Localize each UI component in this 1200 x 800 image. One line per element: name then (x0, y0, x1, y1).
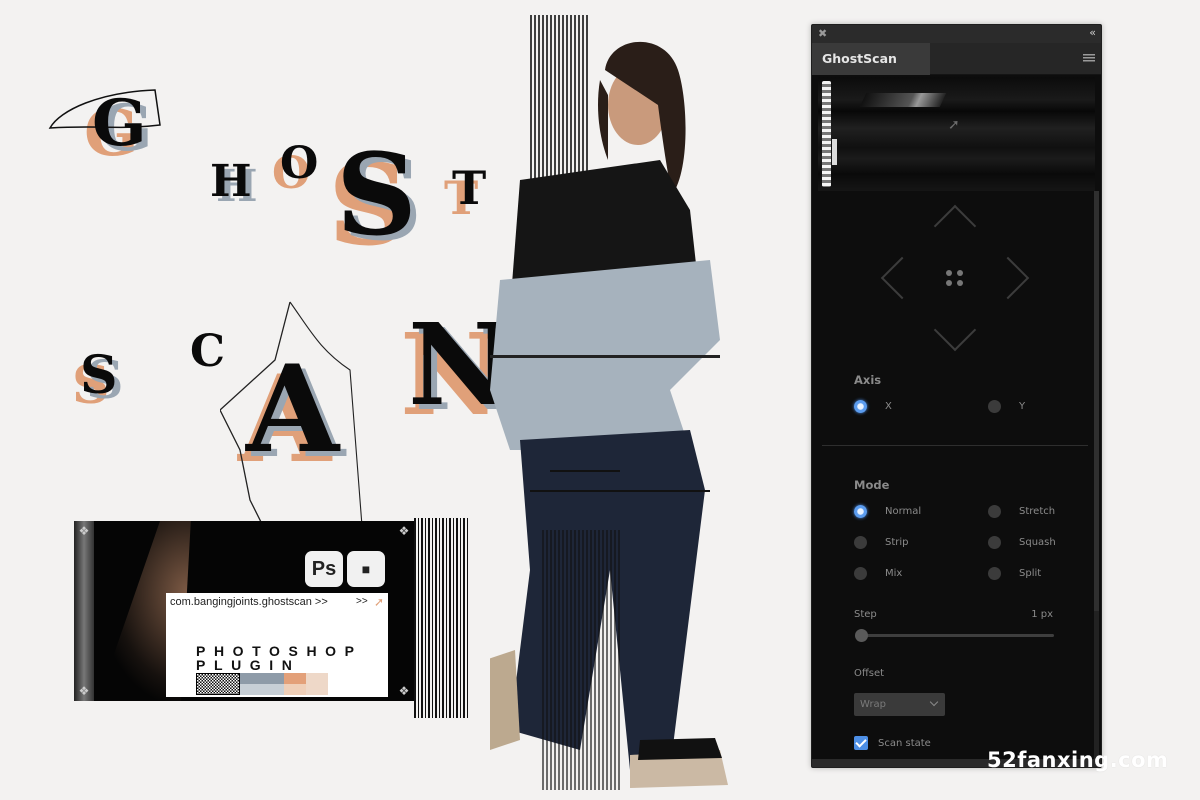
plugin-promo-card: ❖ ❖ ❖ ❖ Ps ■ com.bangingjoints.ghostscan… (74, 521, 414, 701)
letter-s: S (80, 345, 118, 406)
radio-axis-y[interactable]: Y (988, 400, 1025, 413)
radio-mode-strip[interactable]: Strip (854, 536, 909, 549)
preview-led-strip (822, 81, 831, 187)
step-slider[interactable] (855, 629, 1054, 642)
radio-mode-squash[interactable]: Squash (988, 536, 1056, 549)
arrows-text: >> (356, 596, 368, 607)
close-icon[interactable]: ✖ (818, 27, 827, 40)
chevron-down-icon[interactable] (933, 308, 977, 352)
radio-button[interactable] (988, 567, 1001, 580)
panel-title-bar: ✖ ‹‹ (812, 25, 1101, 43)
radio-mode-normal[interactable]: Normal (854, 505, 921, 518)
radio-button[interactable] (854, 567, 867, 580)
panel-menu-icon[interactable] (1083, 54, 1095, 63)
preview-thumbnail: ➚ (818, 77, 1095, 191)
plugin-info-label: com.bangingjoints.ghostscan >> >> ➚ PHOT… (166, 593, 388, 697)
radio-button[interactable] (988, 505, 1001, 518)
radio-label: X (885, 401, 892, 412)
panel-tab-bar: GhostScan Plugin (812, 43, 1101, 98)
letter-a: A (246, 339, 340, 480)
title-letter: A A A (238, 350, 345, 480)
letter-c: C (190, 326, 226, 377)
color-swatches (196, 673, 328, 695)
letter-t: T (452, 161, 487, 215)
title-letter: S S S (72, 350, 124, 412)
arrow-logo-icon: ➚ (948, 117, 960, 133)
slider-thumb[interactable] (855, 629, 868, 642)
photoshop-tile-label: Ps (311, 557, 337, 580)
scan-state-checkbox-row[interactable]: Scan state (854, 736, 931, 750)
radio-label: Mix (885, 568, 903, 579)
swatch-checker (196, 673, 240, 695)
plugin-id-text: com.bangingjoints.ghostscan >> (170, 596, 328, 608)
tab-ghostscan-plugin[interactable]: GhostScan Plugin (812, 43, 930, 98)
preview-tag (832, 139, 837, 165)
radio-mode-stretch[interactable]: Stretch (988, 505, 1055, 518)
scrollbar-thumb[interactable] (1094, 191, 1099, 611)
center-grid-icon[interactable] (945, 268, 965, 288)
letter-g: G (92, 86, 147, 161)
letter-o: O (280, 138, 319, 189)
promo-title-line-2: PLUGIN (196, 657, 301, 673)
corner-mark-icon: ❖ (78, 524, 90, 538)
offset-selected-value: Wrap (860, 699, 887, 710)
corner-mark-icon: ❖ (78, 684, 90, 698)
panel-scrollbar[interactable] (1094, 191, 1099, 761)
radio-button[interactable] (854, 505, 867, 518)
radio-axis-x[interactable]: X (854, 400, 892, 413)
radio-label: Strip (885, 537, 909, 548)
title-letter: H H (210, 160, 258, 209)
step-label: Step (854, 609, 877, 620)
swatch-blue (240, 673, 284, 695)
radio-label: Normal (885, 506, 922, 517)
radio-button[interactable] (988, 536, 1001, 549)
scan-lines-decoration (414, 518, 470, 718)
radio-mode-mix[interactable]: Mix (854, 567, 902, 580)
scan-state-label: Scan state (878, 737, 931, 749)
radio-label: Split (1019, 568, 1042, 579)
corner-mark-icon: ❖ (398, 684, 410, 698)
swatch-light (306, 673, 328, 695)
direction-pad (875, 203, 1035, 353)
offset-select[interactable]: Wrap (854, 693, 945, 716)
offset-label: Offset (854, 668, 885, 679)
title-letter: C (190, 330, 225, 374)
radio-button[interactable] (988, 400, 1001, 413)
promo-title-line-1: PHOTOSHOP (196, 643, 363, 659)
arrow-accent-icon: ➚ (373, 595, 384, 609)
corner-mark-icon: ❖ (398, 524, 410, 538)
collapse-icon[interactable]: ‹‹ (1089, 26, 1096, 39)
model-photo-glitched (490, 15, 728, 790)
swatch-peach (284, 673, 306, 695)
title-letter: S S S (328, 140, 423, 262)
letter-s: S (336, 130, 417, 261)
chevron-left-icon[interactable] (880, 256, 924, 300)
axis-label: Axis (854, 373, 882, 387)
radio-label: Y (1019, 401, 1026, 412)
scan-strip (74, 521, 94, 701)
chevron-down-icon (929, 697, 939, 707)
step-value: 1 px (1031, 609, 1053, 620)
scan-state-checkbox[interactable] (854, 736, 868, 750)
preview-highlight (859, 93, 947, 107)
promo-title: PHOTOSHOP PLUGIN (196, 644, 363, 672)
radio-label: Stretch (1019, 506, 1056, 517)
mode-label: Mode (854, 478, 890, 492)
radio-mode-split[interactable]: Split (988, 567, 1041, 580)
title-letter: T T (444, 165, 486, 221)
photoshop-icon: Ps (305, 551, 343, 587)
radio-label: Squash (1019, 537, 1056, 548)
ghostscan-plugin-panel: ✖ ‹‹ GhostScan Plugin ➚ Axis X Y Mode No… (811, 24, 1102, 768)
watermark-text: 52fanxing.com (987, 748, 1169, 772)
letter-h: H (210, 156, 252, 207)
folder-tile-glyph: ■ (361, 561, 371, 577)
chevron-up-icon[interactable] (933, 204, 977, 248)
title-letter: O O (272, 142, 318, 196)
title-letter: G G G (84, 92, 153, 166)
radio-button[interactable] (854, 400, 867, 413)
folder-icon: ■ (347, 551, 385, 587)
radio-button[interactable] (854, 536, 867, 549)
chevron-right-icon[interactable] (986, 256, 1030, 300)
section-divider (822, 445, 1088, 446)
